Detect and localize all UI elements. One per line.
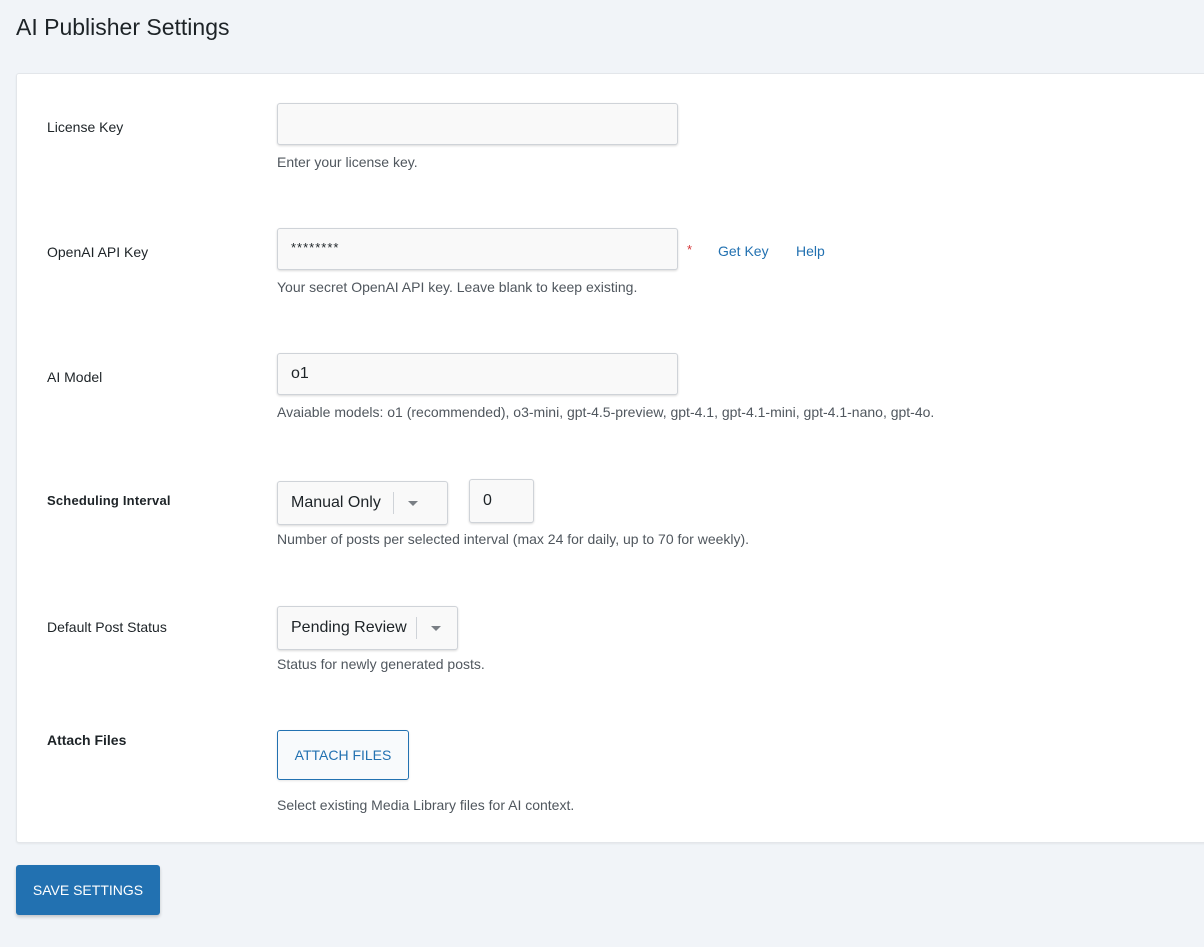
- page-title: AI Publisher Settings: [16, 14, 230, 40]
- default-post-status-select[interactable]: Pending Review: [277, 606, 458, 650]
- license-key-help: Enter your license key.: [277, 154, 418, 170]
- chevron-down-icon: [407, 500, 418, 506]
- openai-api-key-help: Your secret OpenAI API key. Leave blank …: [277, 279, 638, 295]
- license-key-input[interactable]: [277, 103, 678, 145]
- posts-count-input[interactable]: 0: [469, 479, 534, 523]
- scheduling-interval-label: Scheduling Interval: [47, 493, 171, 508]
- attach-files-label: Attach Files: [47, 732, 127, 748]
- license-key-label: License Key: [47, 119, 124, 135]
- select-separator: [415, 617, 417, 639]
- scheduling-interval-value: Manual Only: [291, 494, 381, 511]
- ai-model-label: AI Model: [47, 369, 103, 385]
- attach-files-button[interactable]: ATTACH FILES: [277, 730, 409, 780]
- chevron-down-icon: [430, 625, 441, 631]
- settings-card: License Key Enter your license key. Open…: [16, 73, 1204, 843]
- required-asterisk: *: [687, 242, 693, 257]
- attach-files-help: Select existing Media Library files for …: [277, 797, 575, 813]
- scheduling-interval-help: Number of posts per selected interval (m…: [277, 531, 750, 547]
- save-settings-button[interactable]: SAVE SETTINGS: [16, 865, 160, 915]
- get-key-link[interactable]: Get Key: [718, 243, 769, 259]
- default-post-status-help: Status for newly generated posts.: [277, 656, 485, 672]
- select-separator: [392, 492, 394, 514]
- ai-model-input[interactable]: o1: [277, 353, 678, 395]
- help-link[interactable]: Help: [796, 243, 825, 259]
- ai-model-help: Avaiable models: o1 (recommended), o3-mi…: [277, 404, 935, 420]
- openai-api-key-label: OpenAI API Key: [47, 244, 149, 260]
- openai-api-key-input[interactable]: ********: [277, 228, 678, 270]
- scheduling-interval-select[interactable]: Manual Only: [277, 481, 448, 525]
- default-post-status-label: Default Post Status: [47, 619, 167, 635]
- default-post-status-value: Pending Review: [291, 619, 407, 636]
